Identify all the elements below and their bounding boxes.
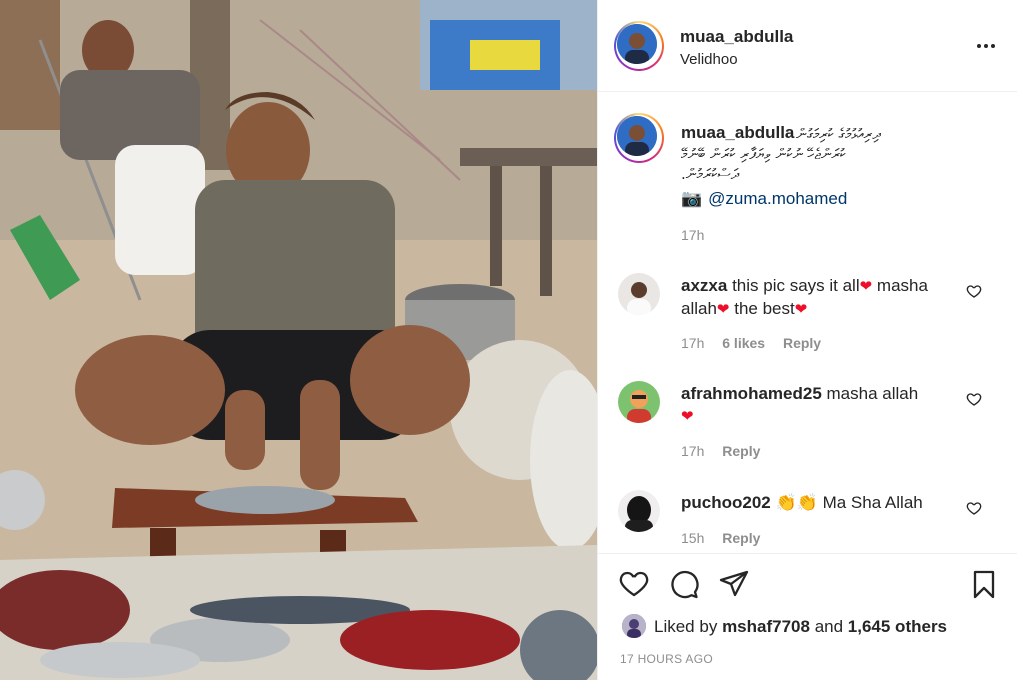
post-panel: muaa_abdulla Velidhoo muaa_abdulla ދިރިއ…: [597, 0, 1017, 680]
caption-text-line3: .ދަސްކުރަމުން: [681, 165, 739, 183]
likes-count[interactable]: 1,645 others: [848, 617, 947, 636]
caption-time[interactable]: 17h: [681, 227, 704, 243]
caption-mention-line: 📷 @zuma.mohamed: [681, 189, 847, 209]
avatar-image: [617, 116, 657, 156]
reply-button[interactable]: Reply: [722, 530, 760, 546]
avatar-image: [617, 24, 657, 64]
camera-icon: 📷: [681, 189, 703, 208]
author-avatar[interactable]: [614, 21, 664, 71]
comment-username[interactable]: puchoo202: [681, 493, 771, 512]
comment-meta: 15h Reply: [681, 530, 774, 546]
comments-section: muaa_abdulla ދިރިއުޅުމުގެ ކުރިމަގުން ކުރ…: [598, 93, 1017, 553]
post-photo[interactable]: [0, 0, 597, 680]
post-location[interactable]: Velidhoo: [680, 51, 738, 68]
liker-username[interactable]: mshaf7708: [722, 617, 810, 636]
comment-heart-icon[interactable]: [966, 500, 982, 516]
heart-emoji-icon: ❤: [716, 301, 730, 318]
reply-button[interactable]: Reply: [722, 443, 760, 459]
comment-body: allah: [681, 299, 717, 318]
caption-avatar[interactable]: [614, 113, 664, 163]
comment-time[interactable]: 15h: [681, 530, 704, 546]
caption-username[interactable]: muaa_abdulla: [681, 123, 794, 143]
commenter-avatar[interactable]: [618, 273, 660, 315]
heart-emoji-icon: ❤: [859, 278, 873, 295]
comment-body: the best: [734, 299, 795, 318]
comment-time[interactable]: 17h: [681, 335, 704, 351]
heart-emoji-icon: ❤: [794, 301, 808, 318]
liker-avatar[interactable]: [622, 614, 646, 638]
bookmark-icon[interactable]: [968, 568, 1000, 600]
comment-body: masha allah: [826, 384, 919, 403]
comment-body: this pic says it all: [732, 276, 860, 295]
photo-illustration: [0, 0, 597, 680]
comment-time[interactable]: 17h: [681, 443, 704, 459]
comment-icon[interactable]: [668, 568, 700, 600]
comment-body: Ma Sha Allah: [822, 493, 923, 512]
reply-button[interactable]: Reply: [783, 335, 821, 351]
comment-heart-icon[interactable]: [966, 391, 982, 407]
post-header: muaa_abdulla Velidhoo: [598, 0, 1017, 92]
mention-link[interactable]: @zuma.mohamed: [708, 189, 847, 208]
comment-heart-icon[interactable]: [966, 283, 982, 299]
heart-emoji-icon: ❤: [681, 408, 694, 425]
comment-text: puchoo202 👏👏 Ma Sha Allah: [681, 492, 971, 514]
comment-username[interactable]: afrahmohamed25: [681, 384, 822, 403]
liked-by-text: Liked by mshaf7708 and 1,645 others: [654, 617, 947, 637]
caption-text-line1: ދިރިއުޅުމުގެ ކުރިމަގުން: [796, 125, 881, 143]
comment-likes[interactable]: 6 likes: [722, 335, 765, 351]
comment-body: masha: [876, 276, 928, 295]
clapping-hands-emoji-icon: 👏👏: [775, 493, 818, 512]
paper-plane-icon[interactable]: [718, 568, 750, 600]
caption-text-line2: ކުރަންޖެހޭ ނުކުން ވިޔަފާރި ކުރަން ބޭނުމޭ: [681, 145, 846, 163]
post-timestamp[interactable]: 17 HOURS AGO: [620, 652, 713, 666]
liked-by-conj: and: [814, 617, 844, 636]
author-username[interactable]: muaa_abdulla: [680, 27, 793, 47]
comment-text: axzxa this pic says it all❤ masha allah❤…: [681, 275, 971, 321]
liked-by-label: Liked by: [654, 617, 718, 636]
comment-text: afrahmohamed25 masha allah ❤: [681, 383, 971, 428]
commenter-avatar[interactable]: [618, 490, 660, 532]
heart-outline-icon[interactable]: [618, 568, 650, 600]
comment-meta: 17h Reply: [681, 443, 774, 459]
post-actions: Liked by mshaf7708 and 1,645 others 17 H…: [598, 553, 1017, 680]
comment-meta: 17h 6 likes Reply: [681, 335, 835, 351]
more-horizontal-icon[interactable]: [976, 36, 996, 56]
comment-username[interactable]: axzxa: [681, 276, 727, 295]
commenter-avatar[interactable]: [618, 381, 660, 423]
